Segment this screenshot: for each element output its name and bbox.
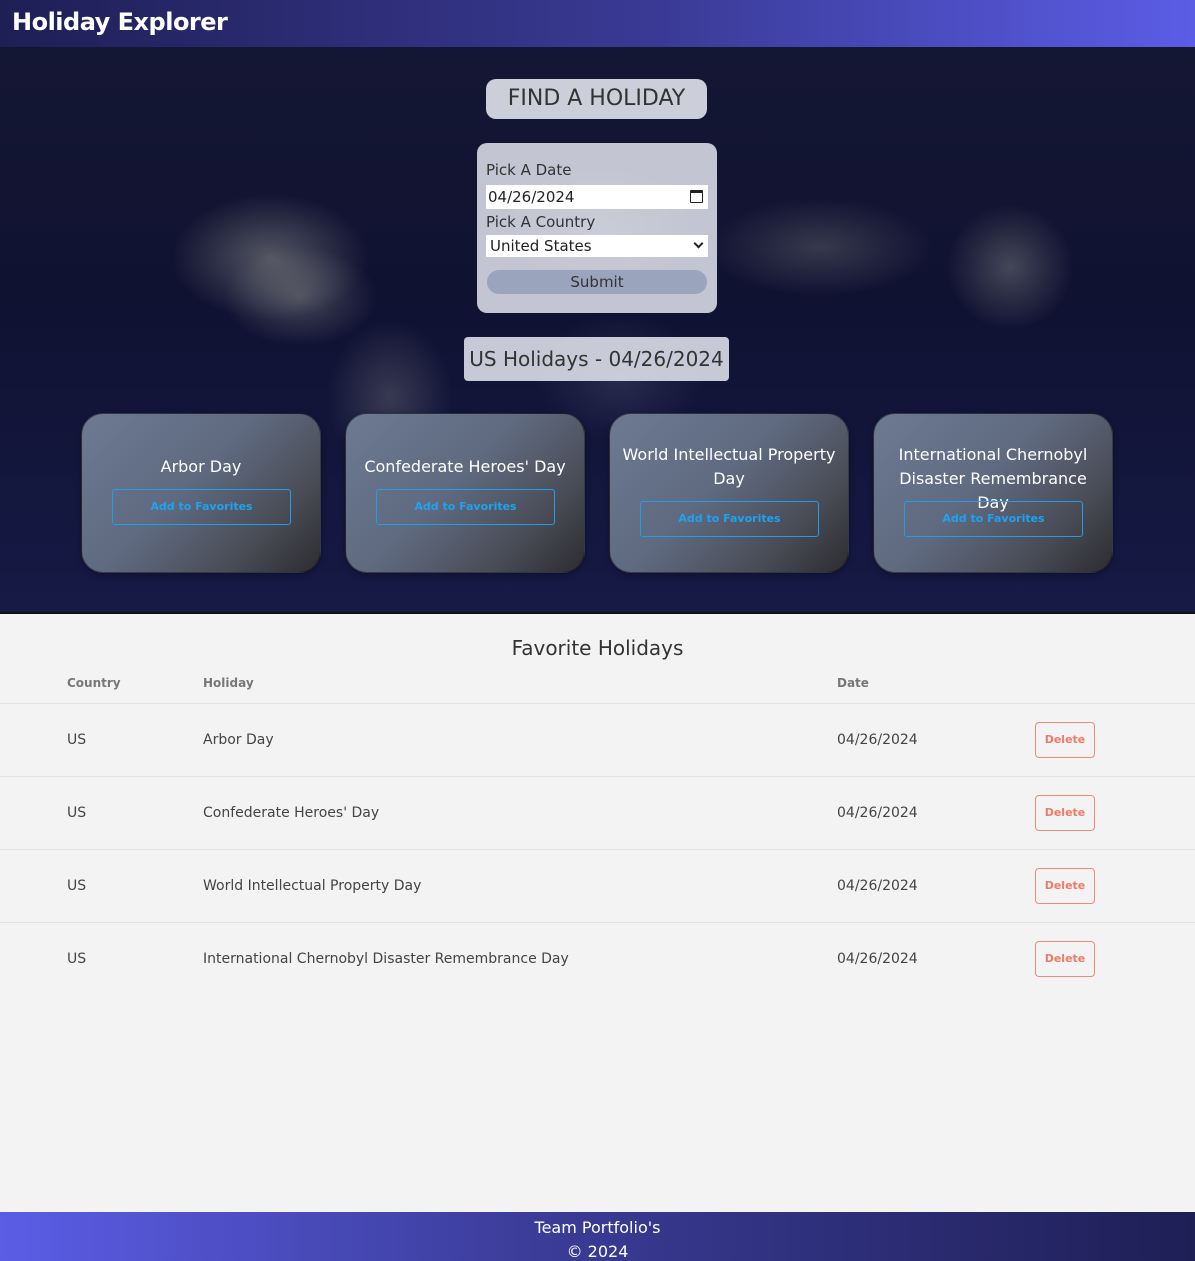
page-footer: Team Portfolio's © 2024 bbox=[0, 1212, 1195, 1261]
row-holiday: Arbor Day bbox=[203, 732, 274, 748]
footer-copyright: © 2024 bbox=[566, 1242, 629, 1261]
column-header-holiday: Holiday bbox=[203, 676, 254, 690]
find-holiday-heading: FIND A HOLIDAY bbox=[486, 79, 707, 119]
table-row: US Arbor Day 04/26/2024 Delete bbox=[0, 703, 1195, 776]
date-input-value: 04/26/2024 bbox=[488, 188, 575, 206]
delete-button[interactable]: Delete bbox=[1035, 868, 1095, 904]
row-date: 04/26/2024 bbox=[837, 805, 918, 821]
chevron-down-icon bbox=[693, 238, 704, 249]
holiday-card-name: Confederate Heroes' Day bbox=[364, 457, 566, 476]
country-select-value: United States bbox=[490, 237, 592, 255]
holiday-card: Confederate Heroes' Day Add to Favorites bbox=[345, 413, 585, 573]
table-row: US International Chernobyl Disaster Reme… bbox=[0, 922, 1195, 995]
search-form: Pick A Date 04/26/2024 Pick A Country Un… bbox=[477, 143, 717, 313]
holiday-card: Arbor Day Add to Favorites bbox=[81, 413, 321, 573]
holiday-card-name: Arbor Day bbox=[160, 457, 242, 476]
row-date: 04/26/2024 bbox=[837, 951, 918, 967]
row-country: US bbox=[67, 878, 87, 894]
app-title: Holiday Explorer bbox=[12, 8, 228, 36]
date-input[interactable]: 04/26/2024 bbox=[486, 185, 708, 209]
delete-button[interactable]: Delete bbox=[1035, 722, 1095, 758]
add-to-favorites-button[interactable]: Add to Favorites bbox=[640, 501, 819, 537]
row-holiday: World Intellectual Property Day bbox=[203, 878, 422, 894]
add-to-favorites-button[interactable]: Add to Favorites bbox=[376, 489, 555, 525]
holiday-card-name: World Intellectual Property Day bbox=[622, 445, 836, 488]
add-to-favorites-button[interactable]: Add to Favorites bbox=[112, 489, 291, 525]
results-heading: US Holidays - 04/26/2024 bbox=[464, 337, 729, 381]
row-holiday: International Chernobyl Disaster Remembr… bbox=[203, 951, 569, 967]
app-header: Holiday Explorer bbox=[0, 0, 1195, 47]
row-country: US bbox=[67, 732, 87, 748]
delete-button[interactable]: Delete bbox=[1035, 941, 1095, 977]
add-to-favorites-button[interactable]: Add to Favorites bbox=[904, 501, 1083, 537]
footer-portfolio-text: Team Portfolio's bbox=[534, 1218, 661, 1237]
column-header-date: Date bbox=[837, 676, 869, 690]
row-country: US bbox=[67, 805, 87, 821]
row-date: 04/26/2024 bbox=[837, 878, 918, 894]
row-holiday: Confederate Heroes' Day bbox=[203, 805, 380, 821]
country-label: Pick A Country bbox=[486, 213, 596, 231]
column-header-country: Country bbox=[67, 676, 121, 690]
submit-button[interactable]: Submit bbox=[487, 270, 707, 294]
favorites-heading: Favorite Holidays bbox=[511, 636, 684, 660]
calendar-icon[interactable] bbox=[690, 190, 703, 203]
country-select[interactable]: United States bbox=[486, 235, 708, 257]
holiday-card: International Chernobyl Disaster Remembr… bbox=[873, 413, 1113, 573]
table-row: US World Intellectual Property Day 04/26… bbox=[0, 849, 1195, 922]
date-label: Pick A Date bbox=[486, 161, 572, 179]
holiday-card: World Intellectual Property Day Add to F… bbox=[609, 413, 849, 573]
row-country: US bbox=[67, 951, 87, 967]
row-date: 04/26/2024 bbox=[837, 732, 918, 748]
delete-button[interactable]: Delete bbox=[1035, 795, 1095, 831]
hero-section: FIND A HOLIDAY Pick A Date 04/26/2024 Pi… bbox=[0, 47, 1195, 614]
table-row: US Confederate Heroes' Day 04/26/2024 De… bbox=[0, 776, 1195, 849]
